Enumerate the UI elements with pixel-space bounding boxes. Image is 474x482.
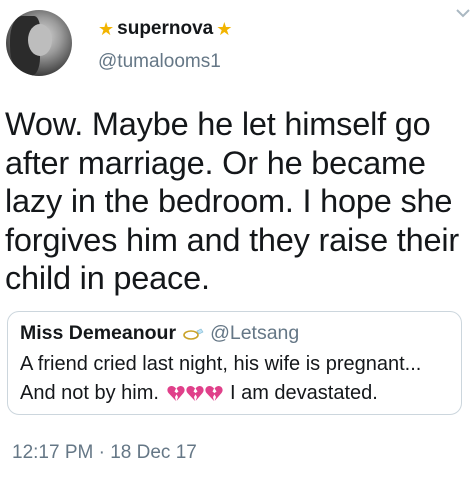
ring-icon	[183, 328, 204, 340]
broken-heart-icon	[186, 385, 204, 401]
quoted-text-segment: I am devastated.	[229, 382, 378, 404]
broken-heart-icon	[205, 385, 223, 401]
star-icon: ★	[98, 18, 115, 39]
tweet-text: Wow. Maybe he let himself go after marri…	[5, 106, 460, 296]
chevron-down-icon[interactable]	[456, 8, 470, 18]
author-display-name[interactable]: supernova	[117, 18, 213, 40]
avatar[interactable]	[6, 10, 72, 76]
quoted-author-name: Miss Demeanour	[20, 322, 177, 344]
quoted-author-handle: @Letsang	[210, 322, 300, 344]
quoted-tweet[interactable]: Miss Demeanour @Letsang A friend cried l…	[7, 311, 462, 415]
author-handle[interactable]: @tumalooms1	[98, 51, 221, 73]
quoted-tweet-header: Miss Demeanour @Letsang	[20, 322, 299, 345]
tweet-timestamp[interactable]: 12:17 PM · 18 Dec 17	[12, 442, 197, 464]
broken-heart-icon	[167, 385, 185, 401]
quoted-tweet-text-line: A friend cried last night, his wife is p…	[20, 353, 422, 375]
quoted-tweet-text-line: And not by him. I am devastated.	[20, 382, 378, 405]
quoted-text-segment: And not by him.	[20, 382, 159, 404]
broken-hearts-emoji-group	[167, 385, 223, 402]
star-icon: ★	[216, 18, 233, 39]
author-name-row[interactable]: ★ supernova ★	[98, 18, 232, 40]
